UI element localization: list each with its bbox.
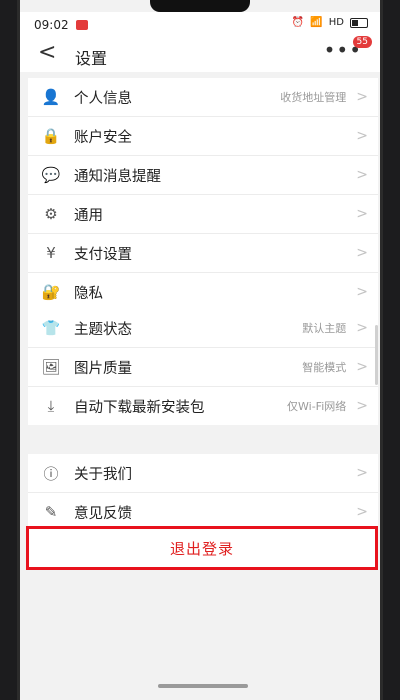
chevron-right-icon: > xyxy=(356,128,368,144)
privacy-lock-icon: 🔐 xyxy=(41,283,61,301)
chevron-right-icon: > xyxy=(356,398,368,414)
edit-icon: ✎ xyxy=(44,503,58,521)
status-icons: ⏰ 📶 HD xyxy=(292,17,368,28)
status-time: 09:02 xyxy=(34,18,69,32)
settings-row-value: 仅Wi-Fi网络 xyxy=(287,400,347,413)
settings-row-image-quality[interactable]: 🖼 图片质量 智能模式 > xyxy=(28,348,378,387)
settings-row-personal-info[interactable]: 👤 个人信息 收货地址管理 > xyxy=(28,78,378,117)
settings-row-privacy[interactable]: 🔐 隐私 > xyxy=(28,273,378,311)
settings-row-label: 主题状态 xyxy=(74,321,132,338)
chevron-right-icon: > xyxy=(356,504,368,520)
yen-icon: ¥ xyxy=(46,244,56,262)
nav-bar: < 设置 ••• 55 xyxy=(20,36,380,72)
user-icon: 👤 xyxy=(41,88,61,106)
home-indicator xyxy=(158,684,248,688)
image-icon: 🖼 xyxy=(41,358,61,376)
settings-group-about: ⓘ 关于我们 > ✎ 意见反馈 > xyxy=(28,454,378,531)
settings-row-label: 自动下载最新安装包 xyxy=(74,399,205,416)
page-title: 设置 xyxy=(75,49,108,68)
settings-row-notifications[interactable]: 💬 通知消息提醒 > xyxy=(28,156,378,195)
settings-row-label: 图片质量 xyxy=(74,360,132,377)
settings-row-theme[interactable]: 👕 主题状态 默认主题 > xyxy=(28,309,378,348)
settings-row-value: 收货地址管理 xyxy=(280,91,347,104)
battery-icon xyxy=(350,17,368,28)
settings-row-value: 智能模式 xyxy=(302,361,347,374)
back-icon[interactable]: < xyxy=(38,40,56,65)
lock-icon: 🔒 xyxy=(41,127,61,145)
settings-row-about-us[interactable]: ⓘ 关于我们 > xyxy=(28,454,378,493)
settings-group-account: 👤 个人信息 收货地址管理 > 🔒 账户安全 > 💬 通知消息提醒 > ⚙ 通用 > ¥ 支付设置 > 🔐 隐私 > xyxy=(28,78,378,311)
settings-row-label: 个人信息 xyxy=(74,90,132,107)
logout-button[interactable]: 退出登录 xyxy=(26,526,378,570)
settings-row-label: 通用 xyxy=(74,207,103,224)
chevron-right-icon: > xyxy=(356,245,368,261)
chevron-right-icon: > xyxy=(356,284,368,300)
settings-row-auto-download[interactable]: ⤓ 自动下载最新安装包 仅Wi-Fi网络 > xyxy=(28,387,378,425)
download-icon: ⤓ xyxy=(47,397,55,415)
camera-notch xyxy=(150,0,250,12)
settings-row-label: 意见反馈 xyxy=(74,505,132,522)
chevron-right-icon: > xyxy=(356,320,368,336)
logout-label: 退出登录 xyxy=(169,539,234,558)
chevron-right-icon: > xyxy=(356,89,368,105)
network-label: HD xyxy=(328,17,344,28)
alarm-icon: ⏰ xyxy=(291,17,305,28)
notification-icon xyxy=(76,20,88,30)
chevron-right-icon: > xyxy=(356,359,368,375)
phone-screen: 09:02 ⏰ 📶 HD < 设置 ••• 55 👤 个人信息 收货地址管理 > 🔒 账户… xyxy=(17,0,383,700)
tshirt-icon: 👕 xyxy=(41,319,61,337)
settings-row-label: 隐私 xyxy=(74,285,103,302)
settings-row-value: 默认主题 xyxy=(302,322,347,335)
chevron-right-icon: > xyxy=(356,465,368,481)
status-bar: 09:02 ⏰ 📶 HD xyxy=(20,12,380,38)
wifi-icon: 📶 xyxy=(310,17,323,28)
settings-row-label: 通知消息提醒 xyxy=(74,168,161,185)
scrollbar[interactable] xyxy=(375,325,378,385)
message-badge: 55 xyxy=(352,36,372,48)
settings-row-general[interactable]: ⚙ 通用 > xyxy=(28,195,378,234)
chevron-right-icon: > xyxy=(356,167,368,183)
chevron-right-icon: > xyxy=(356,206,368,222)
gear-icon: ⚙ xyxy=(44,205,58,223)
chat-bubble-icon: 💬 xyxy=(41,166,61,184)
settings-group-display: 👕 主题状态 默认主题 > 🖼 图片质量 智能模式 > ⤓ 自动下载最新安装包 仅Wi-Fi网络 > xyxy=(28,309,378,425)
settings-row-label: 账户安全 xyxy=(74,129,132,146)
settings-row-payment[interactable]: ¥ 支付设置 > xyxy=(28,234,378,273)
settings-row-account-security[interactable]: 🔒 账户安全 > xyxy=(28,117,378,156)
settings-row-label: 关于我们 xyxy=(74,466,132,483)
settings-row-label: 支付设置 xyxy=(74,246,132,263)
info-icon: ⓘ xyxy=(43,464,59,483)
